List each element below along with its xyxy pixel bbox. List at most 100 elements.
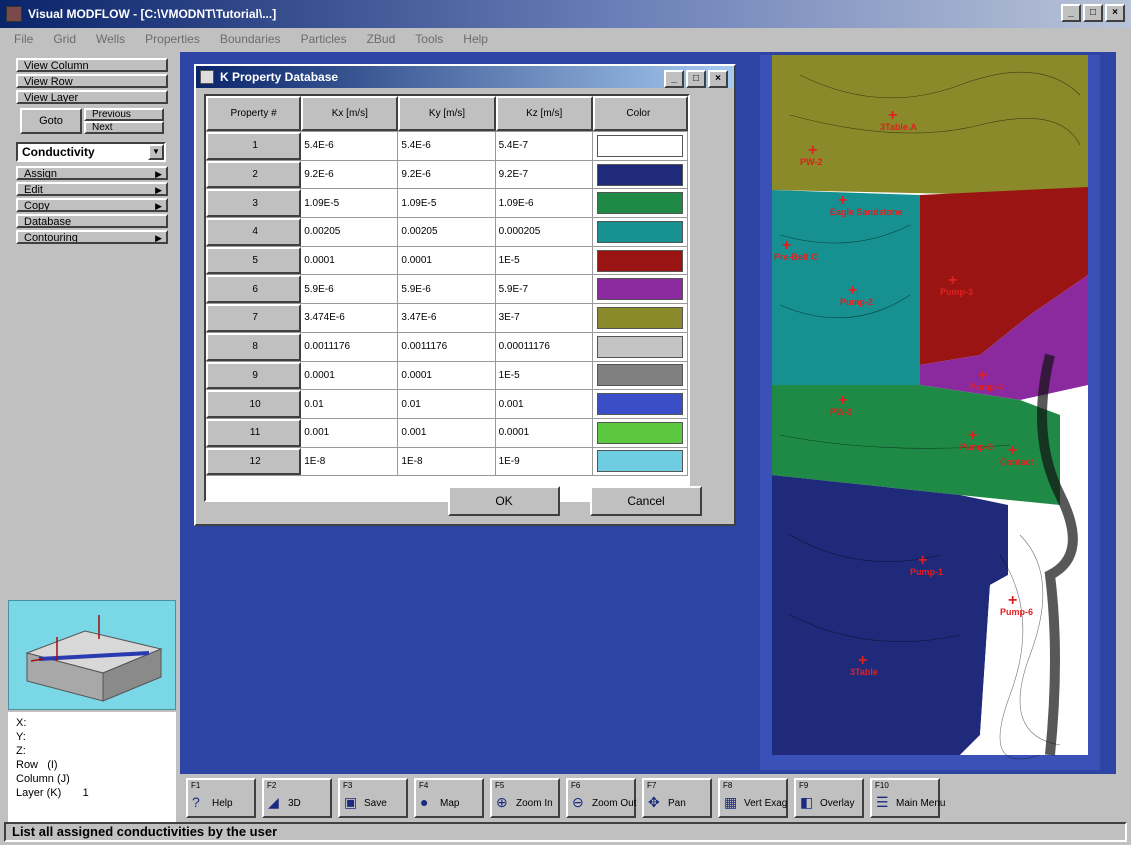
color-cell[interactable] (593, 275, 688, 304)
table-row[interactable]: 2 9.2E-6 9.2E-6 9.2E-7 (206, 160, 688, 190)
color-swatch[interactable] (596, 278, 683, 301)
property-id-cell[interactable]: 8 (206, 332, 302, 361)
kx-cell[interactable]: 1E-8 (301, 447, 399, 476)
kz-cell[interactable]: 0.001 (496, 390, 593, 418)
table-row[interactable]: 4 0.00205 0.00205 0.000205 (206, 218, 688, 247)
kz-cell[interactable]: 1E-5 (496, 361, 593, 390)
table-row[interactable]: 6 5.9E-6 5.9E-6 5.9E-7 (206, 275, 688, 305)
color-cell[interactable] (593, 132, 688, 160)
menu-particles[interactable]: Particles (301, 32, 347, 46)
property-id-cell[interactable]: 5 (206, 246, 302, 275)
menu-tools[interactable]: Tools (415, 32, 443, 46)
kx-cell[interactable]: 0.0011176 (301, 332, 399, 361)
color-cell[interactable] (593, 390, 688, 418)
menu-zbud[interactable]: ZBud (367, 32, 396, 46)
database-button[interactable]: Database (16, 214, 168, 228)
color-cell[interactable] (593, 304, 688, 332)
kx-cell[interactable]: 1.09E-5 (301, 189, 399, 218)
kz-cell[interactable]: 0.000205 (496, 218, 593, 246)
property-id-cell[interactable]: 12 (206, 447, 302, 476)
col-header-property[interactable]: Property # (206, 96, 302, 131)
property-id-cell[interactable]: 9 (206, 361, 302, 390)
color-cell[interactable] (593, 332, 688, 361)
color-cell[interactable] (593, 361, 688, 390)
menu-boundaries[interactable]: Boundaries (220, 32, 281, 46)
ky-cell[interactable]: 0.0001 (398, 246, 496, 275)
map-view[interactable]: 3Table.A + PW-2 + Eagle Sandstone + Pre-Belt C… (760, 55, 1100, 770)
zoom-in-button[interactable]: F5 ⊕ Zoom In (490, 778, 560, 818)
chevron-down-icon[interactable]: ▼ (148, 144, 164, 160)
col-header-kz[interactable]: Kz [m/s] (495, 96, 593, 131)
color-swatch[interactable] (596, 393, 683, 416)
menu-properties[interactable]: Properties (145, 32, 200, 46)
help-button[interactable]: F1? Help (186, 778, 256, 818)
zoom-out-button[interactable]: F6 ⊖ Zoom Out (566, 778, 636, 818)
property-id-cell[interactable]: 3 (206, 189, 302, 218)
color-cell[interactable] (593, 218, 688, 246)
ky-cell[interactable]: 5.9E-6 (398, 275, 496, 304)
col-header-ky[interactable]: Ky [m/s] (398, 96, 496, 131)
color-cell[interactable] (593, 246, 688, 275)
kx-cell[interactable]: 0.01 (301, 390, 399, 418)
ky-cell[interactable]: 0.01 (398, 390, 496, 418)
menu-grid[interactable]: Grid (53, 32, 76, 46)
kx-cell[interactable]: 3.474E-6 (301, 304, 399, 332)
dialog-minimize-button[interactable]: _ (664, 70, 684, 88)
assign-menu[interactable]: Assign ▶ (16, 166, 168, 180)
main-menu-button[interactable]: F10 ☰ Main Menu (870, 778, 945, 818)
ky-cell[interactable]: 5.4E-6 (398, 132, 496, 160)
view-layer-button[interactable]: View Layer (16, 90, 168, 104)
goto-button[interactable]: Goto (20, 108, 82, 134)
cancel-button[interactable]: Cancel (590, 486, 702, 516)
color-cell[interactable] (593, 189, 688, 218)
ky-cell[interactable]: 0.001 (398, 418, 496, 447)
3d-preview[interactable] (8, 600, 176, 710)
view-column-button[interactable]: View Column (16, 58, 168, 72)
color-cell[interactable] (593, 447, 688, 476)
ky-cell[interactable]: 0.0001 (398, 361, 496, 390)
table-row[interactable]: 8 0.0011176 0.0011176 0.00011176 (206, 332, 688, 362)
overlay-button[interactable]: F9 ◧ Overlay (794, 778, 864, 818)
kz-cell[interactable]: 0.0001 (496, 418, 593, 447)
property-id-cell[interactable]: 2 (206, 160, 302, 189)
table-row[interactable]: 11 0.001 0.001 0.0001 (206, 418, 688, 448)
kz-cell[interactable]: 1E-5 (496, 246, 593, 275)
kz-cell[interactable]: 0.00011176 (496, 332, 593, 361)
kx-cell[interactable]: 5.4E-6 (301, 132, 399, 160)
edit-menu[interactable]: Edit ▶ (16, 182, 168, 196)
property-id-cell[interactable]: 4 (206, 218, 302, 246)
color-swatch[interactable] (596, 421, 683, 444)
ky-cell[interactable]: 3.47E-6 (398, 304, 496, 332)
kx-cell[interactable]: 0.001 (301, 418, 399, 447)
color-swatch[interactable] (596, 306, 683, 329)
ky-cell[interactable]: 9.2E-6 (398, 160, 496, 189)
kx-cell[interactable]: 0.0001 (301, 246, 399, 275)
close-button[interactable]: × (1105, 4, 1125, 22)
color-cell[interactable] (593, 418, 688, 447)
maximize-button[interactable]: □ (1083, 4, 1103, 22)
view-row-button[interactable]: View Row (16, 74, 168, 88)
property-id-cell[interactable]: 10 (206, 390, 302, 418)
color-swatch[interactable] (596, 335, 683, 358)
color-swatch[interactable] (596, 134, 683, 157)
kz-cell[interactable]: 5.9E-7 (496, 275, 593, 304)
contouring-menu[interactable]: Contouring ▶ (16, 230, 168, 244)
color-swatch[interactable] (596, 249, 683, 272)
vert-exag-button[interactable]: F8 ▦ Vert Exag (718, 778, 788, 818)
property-id-cell[interactable]: 1 (206, 132, 302, 160)
3d-button[interactable]: F2 ◢ 3D (262, 778, 332, 818)
ky-cell[interactable]: 0.0011176 (398, 332, 496, 361)
color-swatch[interactable] (596, 163, 683, 186)
kx-cell[interactable]: 0.00205 (301, 218, 399, 246)
col-header-color[interactable]: Color (592, 96, 688, 131)
kz-cell[interactable]: 3E-7 (496, 304, 593, 332)
kx-cell[interactable]: 5.9E-6 (301, 275, 399, 304)
color-swatch[interactable] (596, 220, 683, 243)
property-id-cell[interactable]: 7 (206, 304, 302, 332)
color-swatch[interactable] (596, 192, 683, 215)
kz-cell[interactable]: 1.09E-6 (496, 189, 593, 218)
color-swatch[interactable] (596, 450, 683, 473)
property-selector[interactable]: Conductivity ▼ (16, 142, 166, 162)
previous-button[interactable]: Previous (84, 108, 164, 121)
ok-button[interactable]: OK (448, 486, 560, 516)
